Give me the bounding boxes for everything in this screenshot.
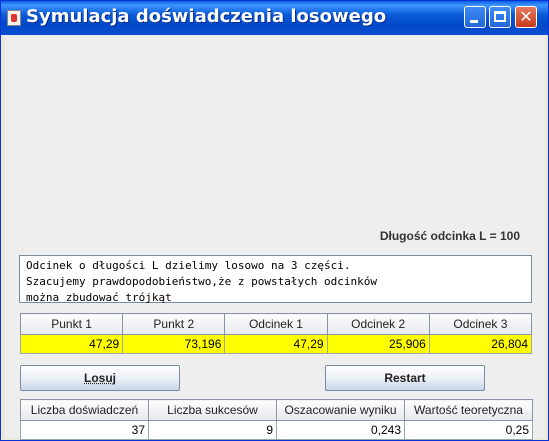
column-header[interactable]: Odcinek 1 [224,313,328,335]
close-icon: ✕ [519,7,533,26]
table-cell[interactable]: 9 [148,420,277,440]
restart-button[interactable]: Restart [325,365,485,391]
minimize-button[interactable] [464,6,486,28]
table-cell[interactable]: 25,906 [326,334,430,354]
column-header[interactable]: Odcinek 3 [428,313,533,335]
description-line: Odcinek o długości L dzielimy losowo na … [26,259,351,272]
table-row: 47,29 73,196 47,29 25,906 26,804 [19,334,533,354]
description-line: Szacujemy prawdopodobieństwo,że z powsta… [26,275,377,288]
java-app-icon[interactable] [7,10,21,26]
draw-button[interactable]: Losuj [20,365,180,391]
table-cell[interactable]: 37 [20,420,149,440]
table-cell[interactable]: 47,29 [19,334,124,354]
column-header[interactable]: Punkt 2 [122,313,226,335]
table-cell[interactable]: 47,29 [224,334,328,354]
table-cell[interactable]: 26,804 [428,334,533,354]
column-header[interactable]: Odcinek 2 [326,313,430,335]
table-row: 37 9 0,243 0,25 [20,420,533,440]
table-cell[interactable]: 73,196 [122,334,226,354]
description-textarea[interactable]: Odcinek o długości L dzielimy losowo na … [19,255,532,304]
minimize-icon [470,20,478,23]
results-table: Liczba doświadczeń Liczba sukcesów Oszac… [20,399,533,440]
description-line: można zbudować trójkąt [26,291,172,304]
column-header[interactable]: Oszacowanie wyniku [276,399,405,421]
points-table: Punkt 1 Punkt 2 Odcinek 1 Odcinek 2 Odci… [19,313,533,354]
window-title: Symulacja doświadczenia losowego [26,6,387,27]
app-window: Symulacja doświadczenia losowego ✕ Długo… [0,0,549,441]
column-header[interactable]: Wartość teoretyczna [404,399,533,421]
column-header[interactable]: Liczba doświadczeń [20,399,149,421]
draw-button-label: Losuj [84,371,116,385]
maximize-icon [494,11,506,22]
results-table-header: Liczba doświadczeń Liczba sukcesów Oszac… [20,399,533,421]
column-header[interactable]: Liczba sukcesów [148,399,277,421]
main-panel: Długość odcinka L = 100 Odcinek o długoś… [5,35,545,440]
maximize-button[interactable] [489,6,511,28]
table-cell[interactable]: 0,25 [404,420,533,440]
close-button[interactable]: ✕ [515,6,537,28]
points-table-header: Punkt 1 Punkt 2 Odcinek 1 Odcinek 2 Odci… [19,313,533,335]
title-bar[interactable]: Symulacja doświadczenia losowego ✕ [1,1,548,35]
column-header[interactable]: Punkt 1 [19,313,124,335]
table-cell[interactable]: 0,243 [276,420,405,440]
segment-length-label: Długość odcinka L = 100 [379,229,520,243]
